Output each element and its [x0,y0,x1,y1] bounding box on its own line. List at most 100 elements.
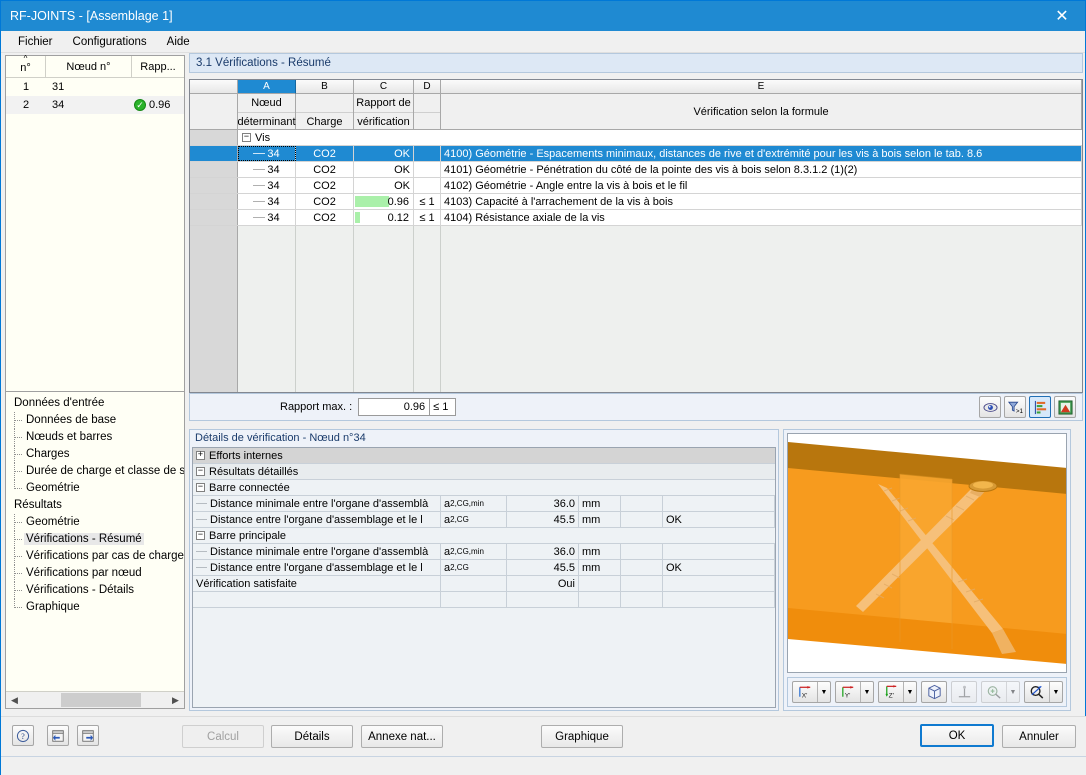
chevron-down-icon[interactable]: ▼ [817,682,830,702]
next-page-button[interactable] [77,725,99,746]
cell-node[interactable]: 34 [238,210,296,225]
details-row[interactable]: Distance entre l'organe d'assemblage et … [193,560,775,576]
details-button[interactable]: Détails [271,725,353,748]
isometric-view-button[interactable] [921,681,947,703]
node-list-col-ratio[interactable]: Rapp... [132,56,184,77]
ok-button[interactable]: OK [920,724,994,747]
calcul-button[interactable]: Calcul [182,725,264,748]
collapse-icon[interactable]: − [196,483,205,492]
tree-item-duree-de-charge[interactable]: Durée de charge et classe de s [10,463,184,480]
cell-load[interactable]: CO2 [296,178,354,193]
table-row[interactable]: 34 CO2 0.96 ≤ 1 4103) Capacité à l'arrac… [190,194,1082,210]
cell-node[interactable]: 34 [238,178,296,193]
close-window-button[interactable]: ✕ [1039,1,1085,31]
filter-greater-than-one-icon[interactable]: >1 [1004,396,1026,418]
menu-item-fichier[interactable]: Fichier [8,34,63,50]
node-list-col-index[interactable]: ^ n° [6,55,46,77]
tree-item-verifications-par-cas-de-charge[interactable]: Vérifications par cas de charge [10,548,184,565]
cell-load[interactable]: CO2 [296,162,354,177]
node-list-row[interactable]: 1 31 [6,78,184,96]
expand-icon[interactable]: + [196,451,205,460]
cancel-button[interactable]: Annuler [1002,725,1076,748]
cell-load[interactable]: CO2 [296,146,354,161]
scroll-left-icon[interactable]: ◀ [6,692,23,708]
tree-item-verifications-details[interactable]: Vérifications - Détails [10,582,184,599]
tree-item-verifications-resume[interactable]: Vérifications - Résumé [10,531,184,548]
scroll-right-icon[interactable]: ▶ [167,692,184,708]
node-list-col-node[interactable]: Nœud n° [46,56,132,77]
column-header-e[interactable]: E [441,80,1082,94]
left-panel-horizontal-scrollbar[interactable]: ◀ ▶ [6,691,184,708]
zoom-in-button[interactable]: ▼ [981,681,1020,703]
cell-ratio[interactable]: 0.12 [354,210,414,225]
table-row[interactable]: 34 CO2 OK 4100) Géométrie - Espacements … [190,146,1082,162]
node-list-row[interactable]: 2 34 ✓ 0.96 [6,96,184,114]
cell-load[interactable]: CO2 [296,194,354,209]
scrollbar-track[interactable] [23,692,167,708]
table-row[interactable]: 34 CO2 OK 4102) Géométrie - Angle entre … [190,178,1082,194]
cell-comparison[interactable]: ≤ 1 [414,194,441,209]
cell-comparison[interactable] [414,178,441,193]
cell-formula[interactable]: 4101) Géométrie - Pénétration du côté de… [441,162,1082,177]
table-row[interactable]: 34 CO2 0.12 ≤ 1 4104) Résistance axiale … [190,210,1082,226]
view-y-axis-button[interactable]: Y' ▼ [835,681,874,703]
cell-formula[interactable]: 4100) Géométrie - Espacements minimaux, … [441,146,1082,161]
details-row-barre-principale[interactable]: − Barre principale [193,528,775,544]
view-result-icon[interactable] [979,396,1001,418]
cell-node[interactable]: 34 [238,146,296,161]
cell-comparison[interactable] [414,146,441,161]
collapse-icon[interactable]: − [242,133,251,142]
cell-formula[interactable]: 4102) Géométrie - Angle entre la vis à b… [441,178,1082,193]
tree-item-verifications-par-noeud[interactable]: Vérifications par nœud [10,565,184,582]
cell-ratio[interactable]: OK [354,178,414,193]
table-group-row[interactable]: − Vis [190,130,1082,146]
table-empty-area[interactable] [190,226,1082,392]
menu-item-aide[interactable]: Aide [157,34,200,50]
cell-load[interactable]: CO2 [296,210,354,225]
scrollbar-thumb[interactable] [61,693,141,707]
chevron-down-icon[interactable]: ▼ [1049,682,1062,702]
sort-bars-icon[interactable] [1029,396,1051,418]
chevron-down-icon[interactable]: ▼ [860,682,873,702]
cell-comparison[interactable]: ≤ 1 [414,210,441,225]
details-row-verification-satisfaite[interactable]: Vérification satisfaite Oui [193,576,775,592]
column-header-d[interactable]: D [414,80,441,94]
collapse-icon[interactable]: − [196,531,205,540]
tree-item-geometrie-entree[interactable]: Geométrie [10,480,184,497]
tree-group-donnees-entree[interactable]: Données d'entrée [10,395,184,412]
view-z-axis-button[interactable]: Z' ▼ [878,681,917,703]
details-row-resultats-detailles[interactable]: − Résultats détaillés [193,464,775,480]
zoom-region-button[interactable]: ▼ [1024,681,1063,703]
cell-formula[interactable]: 4103) Capacité à l'arrachement de la vis… [441,194,1082,209]
column-header-c[interactable]: C [354,80,414,94]
cell-node[interactable]: 34 [238,162,296,177]
chevron-down-icon[interactable]: ▼ [903,682,916,702]
menu-item-configurations[interactable]: Configurations [63,34,157,50]
details-row[interactable]: Distance entre l'organe d'assemblage et … [193,512,775,528]
graphique-button[interactable]: Graphique [541,725,623,748]
cell-ratio[interactable]: OK [354,146,414,161]
table-row[interactable]: 34 CO2 OK 4101) Géométrie - Pénétration … [190,162,1082,178]
excel-export-icon[interactable] [1054,396,1076,418]
cell-comparison[interactable] [414,162,441,177]
help-button[interactable]: ? [12,725,34,746]
details-row[interactable]: Distance minimale entre l'organe d'assem… [193,544,775,560]
view-x-axis-button[interactable]: X' ▼ [792,681,831,703]
previous-page-button[interactable] [47,725,69,746]
column-header-a[interactable]: A [238,80,296,94]
tree-item-charges[interactable]: Charges [10,446,184,463]
details-row[interactable]: Distance minimale entre l'organe d'assem… [193,496,775,512]
cell-node[interactable]: 34 [238,194,296,209]
cell-formula[interactable]: 4104) Résistance axiale de la vis [441,210,1082,225]
tree-group-resultats[interactable]: Résultats [10,497,184,514]
column-header-b[interactable]: B [296,80,354,94]
tree-item-geometrie-resultats[interactable]: Geométrie [10,514,184,531]
annexe-nat-button[interactable]: Annexe nat... [361,725,443,748]
tree-item-graphique[interactable]: Graphique [10,599,184,616]
chevron-down-icon[interactable]: ▼ [1006,682,1019,702]
joint-3d-viewport[interactable] [787,433,1067,673]
details-row-barre-connectee[interactable]: − Barre connectée [193,480,775,496]
tree-item-donnees-de-base[interactable]: Données de base [10,412,184,429]
cell-ratio[interactable]: OK [354,162,414,177]
tree-item-noeuds-et-barres[interactable]: Nœuds et barres [10,429,184,446]
